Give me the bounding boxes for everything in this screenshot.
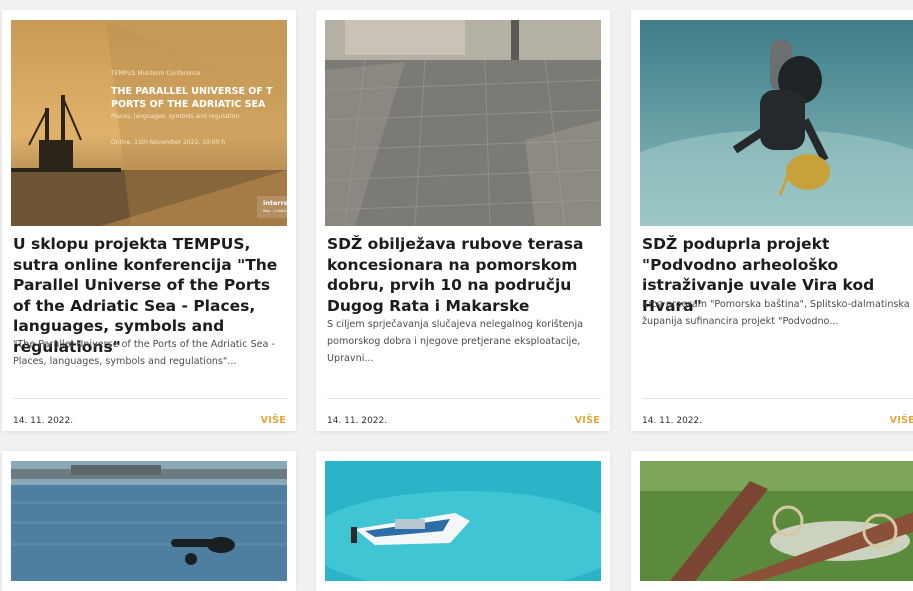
news-title[interactable]: SDŽ obilježava rubove terasa koncesionar… bbox=[327, 234, 603, 316]
conference-label: TEMPUS Mid-term Conference bbox=[110, 70, 201, 77]
news-card[interactable]: SDŽ poduprla projekt "Podvodno arheološk… bbox=[631, 10, 913, 431]
conference-headline-2: PORTS OF THE ADRIATIC SEA bbox=[111, 99, 266, 110]
news-excerpt: S ciljem sprječavanja slučajeva nelegaln… bbox=[327, 319, 584, 364]
read-more-link[interactable]: VIŠE bbox=[261, 415, 286, 426]
news-card[interactable] bbox=[2, 451, 296, 591]
news-date: 14. 11. 2022. bbox=[642, 416, 703, 426]
news-excerpt: Kroz program "Pomorska baština", Splitsk… bbox=[642, 299, 910, 327]
read-more-link[interactable]: VIŠE bbox=[575, 415, 600, 426]
news-image-conference[interactable]: TEMPUS Mid-term Conference THE PARALLEL … bbox=[11, 20, 287, 226]
interreg-logo: interreg bbox=[263, 199, 287, 207]
news-image-monument[interactable] bbox=[640, 461, 913, 581]
divider bbox=[327, 398, 601, 399]
read-more-link[interactable]: VIŠE bbox=[890, 415, 913, 426]
divider bbox=[13, 398, 287, 399]
news-image-terrace[interactable] bbox=[325, 20, 601, 226]
news-date: 14. 11. 2022. bbox=[13, 416, 74, 426]
interreg-logo-sub: Italy - Croatia bbox=[263, 209, 287, 213]
conference-subline: Places, languages, symbols and regulatio… bbox=[111, 113, 239, 120]
news-card[interactable]: SDŽ obilježava rubove terasa koncesionar… bbox=[316, 10, 610, 431]
news-date: 14. 11. 2022. bbox=[327, 416, 388, 426]
divider bbox=[642, 398, 913, 399]
news-card[interactable]: TEMPUS Mid-term Conference THE PARALLEL … bbox=[2, 10, 296, 431]
news-image-diver[interactable] bbox=[640, 20, 913, 226]
news-card[interactable] bbox=[631, 451, 913, 591]
news-image-swimmers[interactable] bbox=[11, 461, 287, 581]
news-excerpt: "The Parallel Universe of the Ports of t… bbox=[13, 339, 275, 367]
conference-headline-1: THE PARALLEL UNIVERSE OF T bbox=[111, 86, 273, 97]
conference-date: Online, 15th November 2022, 10:00 h bbox=[111, 139, 225, 146]
news-image-boat[interactable] bbox=[325, 461, 601, 581]
news-card[interactable] bbox=[316, 451, 610, 591]
